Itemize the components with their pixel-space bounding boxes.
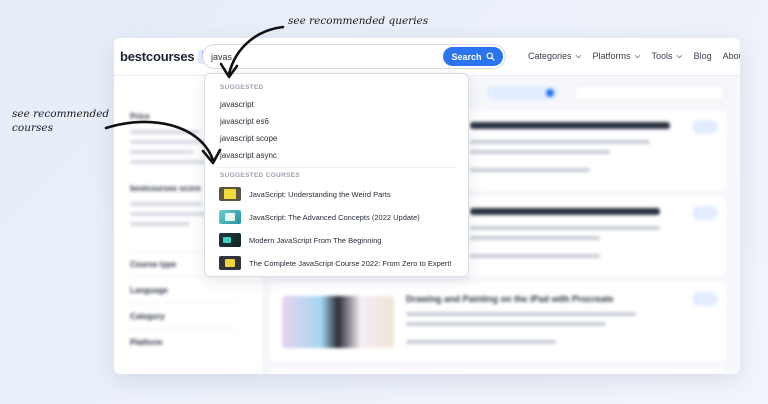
arrow-courses	[104, 120, 215, 162]
annotation-arrows	[104, 25, 285, 165]
